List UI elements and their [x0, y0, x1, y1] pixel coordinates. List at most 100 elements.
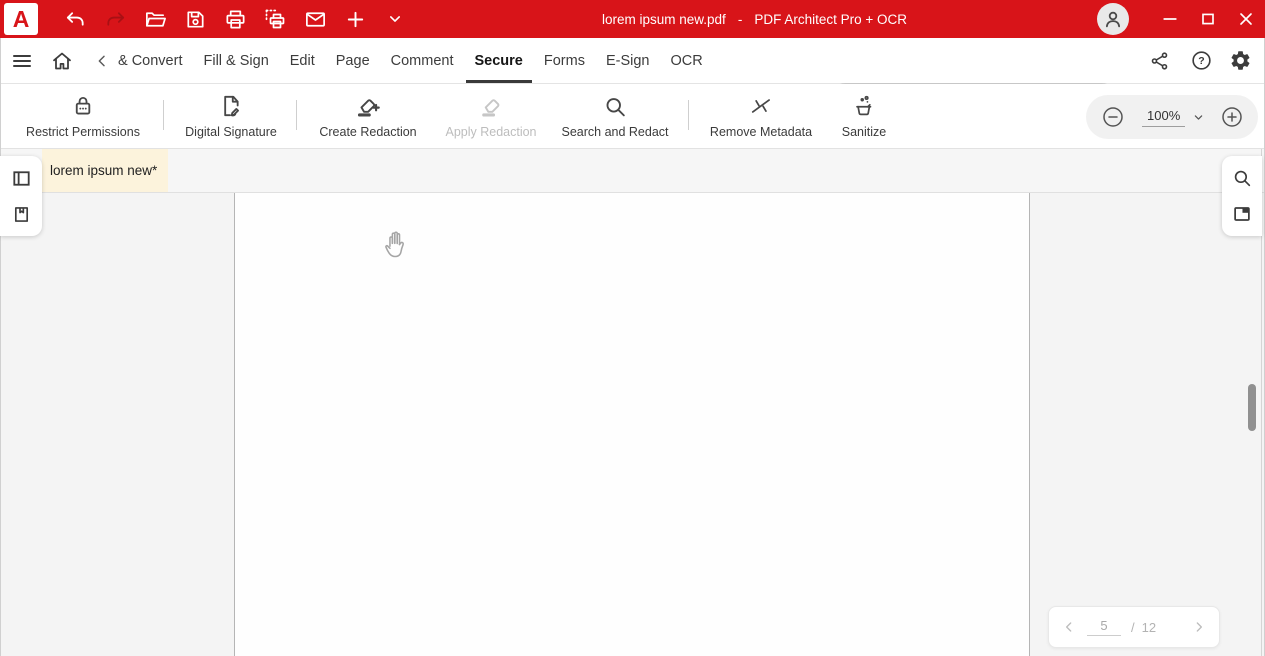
menu-hamburger-button[interactable]	[10, 38, 34, 83]
side-panel-icon	[12, 170, 30, 186]
ribbon-divider	[296, 100, 297, 130]
chevron-down-icon	[390, 16, 400, 22]
ribbon-item-label: Sanitize	[841, 125, 887, 139]
ribbon-divider	[163, 100, 164, 130]
zoom-dropdown-button[interactable]	[1191, 110, 1206, 125]
window-controls	[1151, 0, 1265, 38]
bookmarks-button[interactable]	[7, 200, 35, 228]
create-redaction-button[interactable]: Create Redaction	[319, 92, 417, 139]
help-button[interactable]: ?	[1188, 38, 1214, 83]
vertical-scrollbar-thumb[interactable]	[1248, 384, 1256, 431]
tab-label: Comment	[390, 52, 454, 69]
plus-circle-icon	[1222, 107, 1242, 127]
home-button[interactable]	[49, 38, 75, 83]
user-account-icon	[1106, 11, 1120, 28]
print-section-button[interactable]	[255, 0, 295, 38]
user-account-button[interactable]	[1097, 3, 1129, 35]
app-window: A lorem ipsum new.pdf - PDF Architect Pr…	[0, 0, 1265, 656]
help-icon: ?	[1191, 51, 1211, 70]
tab-secure[interactable]: Secure	[465, 38, 533, 83]
tab-label: Secure	[474, 52, 523, 69]
minimize-button[interactable]	[1151, 0, 1189, 38]
open-file-button[interactable]	[135, 0, 175, 38]
email-icon	[305, 11, 325, 27]
undo-button[interactable]	[55, 0, 95, 38]
remove-metadata-button[interactable]: Remove Metadata	[710, 92, 812, 139]
zoom-level-value[interactable]: 100%	[1142, 108, 1186, 127]
tab-fill-sign[interactable]: Fill & Sign	[203, 38, 268, 83]
open-hand-cursor	[385, 231, 404, 258]
chevron-down-icon	[1195, 114, 1203, 120]
left-tools-panel	[0, 156, 42, 236]
share-button[interactable]	[1147, 38, 1173, 83]
page-separator: /	[1131, 619, 1135, 635]
pdf-page[interactable]	[234, 193, 1030, 656]
ribbon-item-label: Remove Metadata	[709, 125, 813, 139]
apply-redaction-button: Apply Redaction	[445, 92, 537, 139]
chevron-left-icon	[1066, 622, 1072, 632]
main-navbar: & Convert Fill & Sign Edit Page Comment …	[0, 38, 1265, 114]
side-panel-toggle-button[interactable]	[7, 164, 35, 192]
minus-circle-icon	[1103, 107, 1123, 127]
document-search-button[interactable]	[1228, 164, 1256, 192]
restrict-permissions-button[interactable]: Restrict Permissions	[26, 92, 140, 139]
email-button[interactable]	[295, 0, 335, 38]
close-button[interactable]	[1227, 0, 1265, 38]
undo-icon	[66, 11, 84, 26]
page-navigation: 5 / 12	[1048, 606, 1220, 648]
search-and-redact-button[interactable]: Search and Redact	[561, 92, 669, 139]
document-tab-active[interactable]: lorem ipsum new*	[42, 149, 168, 192]
close-icon	[1240, 13, 1252, 25]
zoom-in-button[interactable]	[1220, 105, 1244, 129]
zoom-out-button[interactable]	[1101, 105, 1125, 129]
nav-tabs: & Convert Fill & Sign Edit Page Comment …	[118, 38, 703, 83]
zoom-controls: 100%	[1086, 95, 1258, 139]
metadata-strike-icon	[752, 99, 770, 113]
new-tab-plus-icon	[347, 11, 363, 27]
tab-label: & Convert	[118, 52, 183, 69]
tab-esign[interactable]: E-Sign	[606, 38, 650, 83]
tab-edit[interactable]: Edit	[290, 38, 315, 83]
print-icon	[225, 9, 245, 29]
right-tools-panel	[1222, 156, 1262, 236]
minimize-icon	[1163, 18, 1177, 20]
maximize-button[interactable]	[1189, 0, 1227, 38]
titlebar-more-button[interactable]	[375, 0, 415, 38]
settings-gear-icon	[1231, 51, 1249, 70]
chevron-right-icon	[1196, 622, 1202, 632]
svg-text:?: ?	[1198, 55, 1204, 67]
tab-ocr[interactable]: OCR	[671, 38, 703, 83]
window-title-separator: -	[737, 11, 743, 27]
redo-button	[95, 0, 135, 38]
document-viewport[interactable]: 5 / 12	[0, 193, 1265, 656]
window-left-edge	[0, 38, 1, 656]
new-tab-button[interactable]	[335, 0, 375, 38]
titlebar: A lorem ipsum new.pdf - PDF Architect Pr…	[0, 0, 1265, 38]
previous-page-button[interactable]	[1061, 619, 1077, 635]
window-title-filename: lorem ipsum new.pdf	[602, 11, 726, 27]
sanitize-button[interactable]: Sanitize	[842, 92, 886, 139]
print-button[interactable]	[215, 0, 255, 38]
redo-icon	[106, 11, 124, 26]
tab-label: Edit	[289, 52, 315, 69]
home-icon	[53, 52, 71, 69]
ribbon-item-label: Restrict Permissions	[26, 125, 140, 139]
print-section-icon	[265, 9, 285, 29]
current-page-input[interactable]: 5	[1087, 618, 1121, 636]
app-logo-letter: A	[12, 5, 30, 32]
tab-comment[interactable]: Comment	[391, 38, 454, 83]
tab-forms[interactable]: Forms	[544, 38, 585, 83]
next-page-button[interactable]	[1191, 619, 1207, 635]
ribbon-item-label: Apply Redaction	[445, 125, 537, 139]
search-icon	[1234, 170, 1251, 187]
page-thumbnails-button[interactable]	[1228, 200, 1256, 228]
tab-page[interactable]: Page	[336, 38, 370, 83]
document-signature-icon	[224, 95, 239, 117]
document-tab-label: lorem ipsum new*	[50, 163, 158, 178]
window-title: lorem ipsum new.pdf - PDF Architect Pro …	[602, 0, 907, 38]
tab-create-convert[interactable]: & Convert	[118, 38, 182, 83]
settings-button[interactable]	[1227, 38, 1253, 83]
scroll-tabs-left-button[interactable]	[92, 38, 112, 83]
save-button[interactable]	[175, 0, 215, 38]
digital-signature-button[interactable]: Digital Signature	[185, 92, 277, 139]
